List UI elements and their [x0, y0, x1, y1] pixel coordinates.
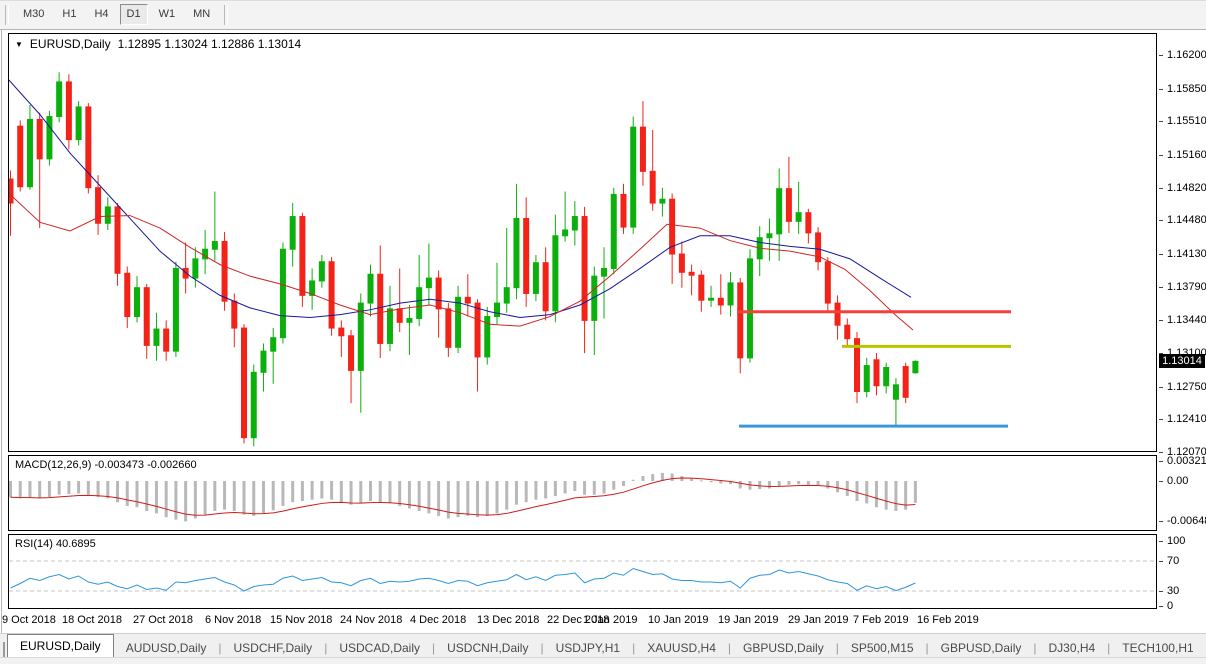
tf-button-M30[interactable]: M30	[16, 4, 51, 25]
date-axis-label: 9 Oct 2018	[2, 614, 56, 626]
macd-axis-label: -0.006485	[1167, 515, 1206, 527]
price-axis-label: 1.14130	[1167, 248, 1206, 260]
price-axis-label-tick	[1159, 188, 1163, 189]
price-axis-label-tick	[1159, 287, 1163, 288]
tab-usdjpy-h1[interactable]: USDJPY,H1	[544, 637, 632, 658]
chart-title: ▼ EURUSD,Daily 1.12895 1.13024 1.12886 1…	[15, 37, 301, 51]
date-axis-label: 10 Jan 2019	[648, 614, 709, 626]
price-axis-label-tick	[1159, 155, 1163, 156]
price-axis-label: 1.15160	[1167, 149, 1206, 161]
rsi-axis-label-tick	[1159, 561, 1163, 562]
chart-ohlc-values: 1.12895 1.13024 1.12886 1.13014	[118, 37, 302, 51]
tab-tech100-h1[interactable]: TECH100,H1	[1110, 637, 1205, 658]
tf-button-D1[interactable]: D1	[120, 4, 148, 25]
date-axis[interactable]: 9 Oct 2018 18 Oct 2018 27 Oct 2018 6 Nov 20…	[0, 610, 1158, 632]
macd-axis-label-tick	[1159, 521, 1163, 522]
rsi-indicator-panel[interactable]: RSI(14) 40.6895	[8, 534, 1157, 609]
toolbar-groove	[5, 5, 9, 25]
price-axis-label: 1.15850	[1167, 83, 1206, 95]
price-axis-label-tick	[1159, 121, 1163, 122]
tf-button-H4[interactable]: H4	[87, 4, 115, 25]
tf-button-H1[interactable]: H1	[55, 4, 83, 25]
macd-axis-label: 0.003216	[1167, 455, 1206, 467]
rsi-axis-label-tick	[1159, 541, 1163, 542]
date-axis-label: 13 Dec 2018	[477, 614, 539, 626]
main-chart-canvas[interactable]	[9, 34, 1154, 449]
price-axis-label: 1.14820	[1167, 182, 1206, 194]
tab-gbpusd-daily[interactable]: GBPUSD,Daily	[731, 637, 836, 658]
date-axis-label: 19 Jan 2019	[718, 614, 779, 626]
tab-xauusd-h4[interactable]: XAUUSD,H4	[635, 637, 728, 658]
price-axis-label-tick	[1159, 55, 1163, 56]
price-axis-label: 1.13100	[1167, 347, 1206, 359]
price-axis-label-tick	[1159, 89, 1163, 90]
date-axis-label: 24 Nov 2018	[340, 614, 402, 626]
price-axis-label-tick	[1159, 320, 1163, 321]
date-axis-label: 29 Jan 2019	[788, 614, 849, 626]
date-axis-label: 6 Nov 2018	[205, 614, 261, 626]
price-axis-label-tick	[1159, 419, 1163, 420]
toolbar-groove	[224, 5, 228, 25]
tab-usdcnh-daily[interactable]: USDCNH,Daily	[435, 637, 540, 658]
rsi-axis-label-tick	[1159, 606, 1163, 607]
price-axis-label: 1.16200	[1167, 49, 1206, 61]
chart-menu-icon[interactable]: ▼	[15, 40, 23, 49]
macd-axis-label: 0.00	[1167, 475, 1188, 487]
tab-gbpusd-daily[interactable]: GBPUSD,Daily	[929, 637, 1034, 658]
date-axis-label: 16 Feb 2019	[917, 614, 979, 626]
chart-symbol-period: EURUSD,Daily	[30, 37, 111, 51]
main-chart-panel[interactable]: ▼ EURUSD,Daily 1.12895 1.13024 1.12886 1…	[8, 33, 1157, 452]
rsi-axis-label-tick	[1159, 591, 1163, 592]
date-axis-label: 18 Oct 2018	[62, 614, 122, 626]
tab-usdcad-daily[interactable]: USDCAD,Daily	[327, 637, 432, 658]
tab-audusd-daily[interactable]: AUDUSD,Daily	[114, 637, 219, 658]
tf-button-MN[interactable]: MN	[186, 4, 217, 25]
rsi-axis-label: 70	[1167, 555, 1179, 567]
macd-axis-label-tick	[1159, 461, 1163, 462]
macd-label: MACD(12,26,9) -0.003473 -0.002660	[15, 459, 197, 471]
chart-tab-bar: EURUSD,DailyAUDUSD,Daily|USDCHF,Daily|US…	[0, 633, 1206, 658]
rsi-axis-label: 0	[1167, 600, 1173, 612]
tab-sp500-m15[interactable]: SP500,M15	[839, 637, 926, 658]
date-axis-label: 1 Jan 2019	[583, 614, 637, 626]
price-axis-label: 1.12750	[1167, 381, 1206, 393]
price-axis-label-tick	[1159, 254, 1163, 255]
date-axis-label: 15 Nov 2018	[270, 614, 332, 626]
rsi-label: RSI(14) 40.6895	[15, 538, 96, 550]
macd-axis-label-tick	[1159, 481, 1163, 482]
window-left-border	[1, 30, 2, 656]
price-axis-label-tick	[1159, 387, 1163, 388]
price-axis-label: 1.13790	[1167, 281, 1206, 293]
price-axis[interactable]: 1.13014 1.162001.158501.155101.151601.14…	[1159, 30, 1206, 633]
price-axis-label: 1.13440	[1167, 314, 1206, 326]
price-axis-label-tick	[1159, 353, 1163, 354]
date-axis-label: 4 Dec 2018	[410, 614, 466, 626]
tab-dj30-h4[interactable]: DJ30,H4	[1036, 637, 1107, 658]
price-axis-label: 1.15510	[1167, 115, 1206, 127]
macd-indicator-panel[interactable]: MACD(12,26,9) -0.003473 -0.002660	[8, 455, 1157, 531]
rsi-axis-label: 30	[1167, 585, 1179, 597]
rsi-axis-label: 100	[1167, 535, 1185, 547]
tab-eurusd-daily[interactable]: EURUSD,Daily	[7, 634, 114, 658]
timeframe-toolbar: M30H1H4D1W1MN	[0, 0, 1206, 30]
price-axis-label-tick	[1159, 452, 1163, 453]
rsi-canvas[interactable]	[9, 535, 1154, 606]
date-axis-label: 7 Feb 2019	[853, 614, 909, 626]
tf-button-W1[interactable]: W1	[152, 4, 183, 25]
price-axis-label-tick	[1159, 220, 1163, 221]
date-axis-label: 27 Oct 2018	[133, 614, 193, 626]
tab-usdchf-daily[interactable]: USDCHF,Daily	[222, 637, 325, 658]
price-axis-label: 1.14480	[1167, 214, 1206, 226]
price-axis-label: 1.12410	[1167, 413, 1206, 425]
